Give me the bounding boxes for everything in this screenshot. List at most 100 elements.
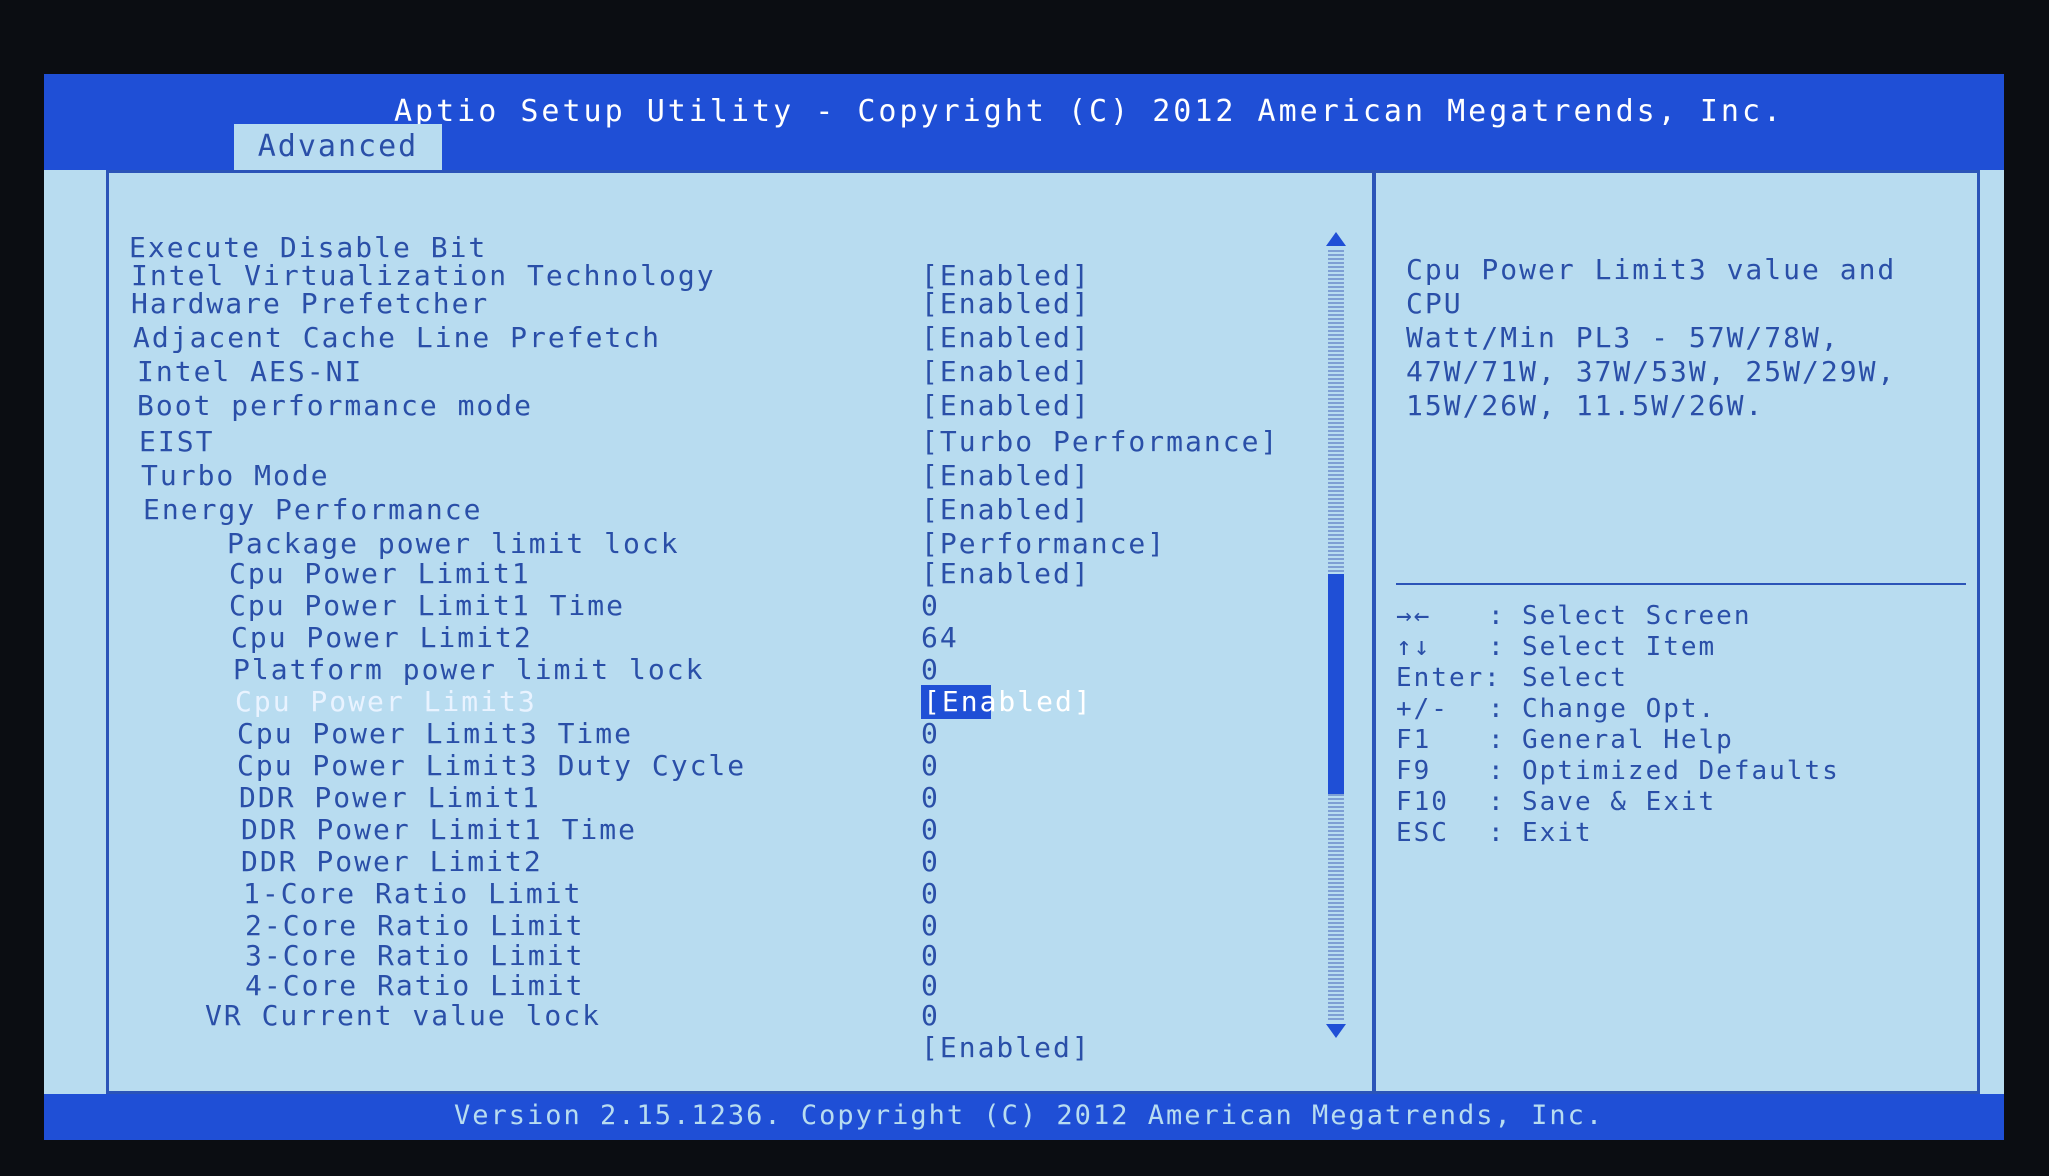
key-name: →← (1396, 601, 1432, 631)
key-description: Save & Exit (1522, 787, 1717, 817)
setting-row[interactable]: 1-Core Ratio Limit 0 (109, 877, 1372, 911)
setting-label: 4-Core Ratio Limit (245, 969, 585, 1002)
setting-row[interactable]: DDR Power Limit1 Time 0 (109, 813, 1372, 847)
key-name: Enter (1396, 663, 1485, 693)
help-line: 47W/71W, 37W/53W, 25W/29W, (1406, 355, 1897, 388)
help-pane: Cpu Power Limit3 value and CPU Watt/Min … (1376, 173, 1980, 1091)
setting-value[interactable]: 0 (921, 877, 940, 911)
setting-value[interactable]: 0 (921, 939, 940, 973)
setting-value[interactable]: [Enabled] (921, 355, 1091, 389)
setting-value[interactable]: 0 (921, 589, 940, 623)
setting-value[interactable]: [Enabled] (921, 1031, 1091, 1065)
setting-value[interactable]: 0 (921, 845, 940, 879)
key-name: F9 (1396, 756, 1432, 786)
key-description: Change Opt. (1522, 694, 1717, 724)
setting-row[interactable]: Turbo Mode [Enabled] (109, 459, 1372, 493)
scroll-up-arrow-icon[interactable] (1326, 232, 1346, 246)
setting-value[interactable]: [Turbo Performance] (921, 425, 1279, 459)
setting-value[interactable]: 0 (921, 813, 940, 847)
key-legend-row: Enter : Select (1396, 663, 1628, 693)
setting-value[interactable]: [Enabled] (921, 287, 1091, 321)
setting-label: Turbo Mode (141, 459, 330, 492)
key-description: Select (1522, 663, 1628, 693)
setting-row[interactable]: DDR Power Limit1 0 (109, 781, 1372, 815)
setting-label: VR Current value lock (205, 999, 602, 1032)
setting-value[interactable]: [Enabled] (921, 459, 1091, 493)
setting-row[interactable]: Energy Performance [Enabled] (109, 493, 1372, 527)
setting-row[interactable]: Hardware Prefetcher [Enabled] (109, 287, 1372, 321)
monitor-bezel: Aptio Setup Utility - Copyright (C) 2012… (0, 0, 2049, 1176)
setting-value[interactable]: [Enabled] (921, 321, 1091, 355)
help-separator (1396, 583, 1966, 585)
setting-label: Cpu Power Limit3 Duty Cycle (237, 749, 747, 782)
setting-row[interactable]: EIST [Turbo Performance] (109, 425, 1372, 459)
version-text: Version 2.15.1236. Copyright (C) 2012 Am… (454, 1100, 1605, 1131)
key-name: ↑↓ (1396, 632, 1432, 662)
setting-row[interactable]: Cpu Power Limit3 Duty Cycle 0 (109, 749, 1372, 783)
setting-value[interactable]: [Enabled] (921, 389, 1091, 423)
setting-row[interactable]: Intel AES-NI [Enabled] (109, 355, 1372, 389)
setting-row[interactable]: DDR Power Limit2 0 (109, 845, 1372, 879)
setting-row[interactable]: Adjacent Cache Line Prefetch [Enabled] (109, 321, 1372, 355)
setting-row[interactable]: Cpu Power Limit2 64 (109, 621, 1372, 655)
help-line: Watt/Min PL3 - 57W/78W, (1406, 321, 1840, 354)
key-legend-row: ESC : Exit (1396, 818, 1593, 848)
setting-label: Hardware Prefetcher (131, 287, 490, 320)
key-legend-row: ↑↓ : Select Item (1396, 632, 1717, 662)
setting-label: 3-Core Ratio Limit (245, 939, 585, 972)
key-name: F1 (1396, 725, 1432, 755)
help-text: Cpu Power Limit3 value and CPU Watt/Min … (1406, 253, 1966, 423)
setting-value[interactable]: 0 (921, 999, 940, 1033)
footer-bar: Version 2.15.1236. Copyright (C) 2012 Am… (44, 1094, 2004, 1140)
setting-label: Platform power limit lock (233, 653, 705, 686)
setting-label: Boot performance mode (137, 389, 534, 422)
setting-value[interactable]: [Enabled] (921, 685, 1091, 719)
setting-label: Cpu Power Limit1 (229, 557, 531, 590)
setting-value[interactable]: 0 (921, 781, 940, 815)
setting-label: Energy Performance (143, 493, 483, 526)
key-description: Select Screen (1522, 601, 1752, 631)
key-legend-row: F10 : Save & Exit (1396, 787, 1717, 817)
setting-label: 2-Core Ratio Limit (245, 909, 585, 942)
utility-title: Aptio Setup Utility - Copyright (C) 2012… (394, 94, 1785, 129)
setting-value[interactable]: 0 (921, 717, 940, 751)
setting-row[interactable]: 3-Core Ratio Limit 0 (109, 939, 1372, 973)
setting-row[interactable]: Cpu Power Limit3 Time 0 (109, 717, 1372, 751)
setting-value[interactable]: 0 (921, 909, 940, 943)
setting-row[interactable]: 2-Core Ratio Limit 0 (109, 909, 1372, 943)
bios-screen: Aptio Setup Utility - Copyright (C) 2012… (44, 74, 2004, 1140)
setting-row-selected[interactable]: Cpu Power Limit3 [Enabled] (109, 685, 1372, 719)
setting-row[interactable]: [Enabled] (109, 1031, 1372, 1065)
setting-row[interactable]: VR Current value lock 0 (109, 999, 1372, 1033)
scroll-down-arrow-icon[interactable] (1326, 1024, 1346, 1038)
setting-row[interactable]: 4-Core Ratio Limit 0 (109, 969, 1372, 1003)
key-name: F10 (1396, 787, 1449, 817)
key-legend-row: →← : Select Screen (1396, 601, 1752, 631)
help-line: Cpu Power Limit3 value and CPU (1406, 253, 1897, 320)
key-legend-row: +/- : Change Opt. (1396, 694, 1717, 724)
tab-advanced[interactable]: Advanced (234, 124, 442, 170)
setting-value[interactable]: [Enabled] (921, 493, 1091, 527)
key-description: General Help (1522, 725, 1734, 755)
setting-label: DDR Power Limit1 (239, 781, 541, 814)
setting-row[interactable]: Cpu Power Limit1 Time 0 (109, 589, 1372, 623)
setting-value[interactable]: 0 (921, 749, 940, 783)
key-legend: →← : Select Screen ↑↓ : Select Item Ente… (1396, 601, 1966, 849)
key-description: Select Item (1522, 632, 1717, 662)
setting-row[interactable]: Package power limit lock [Performance] (109, 527, 1372, 561)
setting-row[interactable]: Platform power limit lock 0 (109, 653, 1372, 687)
setting-value[interactable]: [Enabled] (921, 557, 1091, 591)
setting-value[interactable]: 64 (921, 621, 959, 655)
scrollbar-thumb[interactable] (1328, 574, 1344, 794)
setting-row[interactable]: Boot performance mode [Enabled] (109, 389, 1372, 423)
setting-value[interactable]: 0 (921, 969, 940, 1003)
setting-label: Cpu Power Limit3 (235, 685, 537, 718)
help-line: 15W/26W, 11.5W/26W. (1406, 389, 1765, 422)
setting-value[interactable]: [Performance] (921, 527, 1166, 561)
setting-value[interactable]: 0 (921, 653, 940, 687)
setting-label: Cpu Power Limit1 Time (229, 589, 626, 622)
setting-label: Cpu Power Limit3 Time (237, 717, 634, 750)
setting-label: DDR Power Limit2 (241, 845, 543, 878)
setting-row[interactable]: Cpu Power Limit1 [Enabled] (109, 557, 1372, 591)
setting-label: 1-Core Ratio Limit (243, 877, 583, 910)
